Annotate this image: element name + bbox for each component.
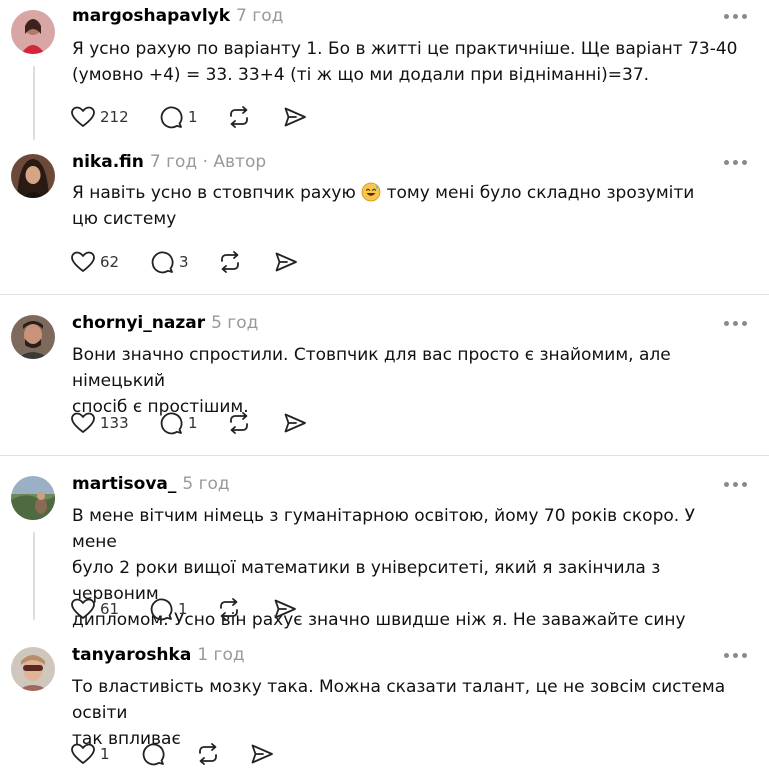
comment-1: margoshapavlyk 7 год Я усно рахую по варі… xyxy=(0,6,769,146)
comment-icon xyxy=(150,598,173,621)
repost-icon xyxy=(230,106,248,128)
repost-button[interactable] xyxy=(195,740,221,768)
share-button[interactable] xyxy=(282,409,308,437)
reply-button[interactable]: 1 xyxy=(148,595,188,623)
more-icon[interactable] xyxy=(722,160,750,166)
timestamp: 7 год xyxy=(236,6,284,26)
comment-text: То властивість мозку така. Можна сказати… xyxy=(72,677,726,749)
avatar[interactable] xyxy=(11,315,55,359)
reply-button[interactable]: 3 xyxy=(149,248,189,276)
like-count: 212 xyxy=(100,108,129,126)
repost-button[interactable] xyxy=(226,409,252,437)
repost-button[interactable] xyxy=(216,595,242,623)
username[interactable]: martisova_ xyxy=(72,474,176,494)
reply-button[interactable]: 1 xyxy=(158,103,198,131)
share-icon xyxy=(274,599,296,619)
like-button[interactable]: 1 xyxy=(70,740,110,768)
username[interactable]: margoshapavlyk xyxy=(72,6,230,26)
comment-header: chornyi_nazar 5 год xyxy=(72,313,258,333)
more-icon[interactable] xyxy=(722,14,750,20)
more-icon[interactable] xyxy=(722,482,750,488)
like-count: 62 xyxy=(100,253,120,271)
thread-line xyxy=(33,532,35,620)
repost-icon xyxy=(199,743,217,765)
comment-header: margoshapavlyk 7 год xyxy=(72,6,283,26)
avatar[interactable] xyxy=(11,647,55,691)
share-button[interactable] xyxy=(272,595,298,623)
comment-5: tanyaroshka 1 год То властивість мозку та… xyxy=(0,645,769,784)
comment-text: Я усно рахую по варіанту 1. Бо в житті ц… xyxy=(72,39,738,85)
reply-count: 3 xyxy=(179,253,189,271)
share-button[interactable] xyxy=(273,248,299,276)
comment-icon xyxy=(151,251,174,274)
author-badge: · Автор xyxy=(202,152,267,172)
share-button[interactable] xyxy=(282,103,308,131)
username[interactable]: nika.fin xyxy=(72,152,144,172)
avatar[interactable] xyxy=(11,10,55,54)
reply-button[interactable] xyxy=(140,740,166,768)
heart-icon xyxy=(71,106,95,127)
timestamp: 5 год xyxy=(211,313,259,333)
comment-3: chornyi_nazar 5 год Вони значно спростили… xyxy=(0,313,769,453)
more-icon[interactable] xyxy=(722,321,750,327)
avatar[interactable] xyxy=(11,476,55,520)
heart-icon xyxy=(71,598,95,619)
avatar[interactable] xyxy=(11,154,55,198)
username[interactable]: chornyi_nazar xyxy=(72,313,205,333)
repost-button[interactable] xyxy=(217,248,243,276)
comment-icon xyxy=(160,106,183,129)
repost-icon xyxy=(230,412,248,434)
like-count: 1 xyxy=(100,745,110,763)
timestamp: 5 год xyxy=(182,474,230,494)
share-icon xyxy=(275,252,297,272)
comment-header: nika.fin 7 год · Автор xyxy=(72,152,266,172)
comment-header: martisova_ 5 год xyxy=(72,474,230,494)
timestamp: 7 год xyxy=(149,152,198,172)
reply-count: 1 xyxy=(188,108,198,126)
like-count: 133 xyxy=(100,414,129,432)
reply-button[interactable]: 1 xyxy=(158,409,198,437)
more-icon[interactable] xyxy=(722,653,750,659)
repost-icon xyxy=(220,598,238,620)
like-button[interactable]: 62 xyxy=(70,248,119,276)
like-count: 61 xyxy=(100,600,120,618)
like-button[interactable]: 133 xyxy=(70,409,129,437)
heart-icon xyxy=(71,251,95,272)
timestamp: 1 год xyxy=(197,645,245,665)
thread-line xyxy=(33,66,35,140)
comment-icon xyxy=(142,743,165,766)
username[interactable]: tanyaroshka xyxy=(72,645,191,665)
repost-icon xyxy=(221,251,239,273)
repost-button[interactable] xyxy=(226,103,252,131)
like-button[interactable]: 61 xyxy=(70,595,119,623)
comment-text: Я навіть усно в стовпчик рахую тому мені… xyxy=(72,182,695,229)
share-icon xyxy=(284,413,306,433)
reply-count: 1 xyxy=(178,600,188,618)
share-icon xyxy=(284,107,306,127)
comment-header: tanyaroshka 1 год xyxy=(72,645,245,665)
heart-icon xyxy=(71,743,95,764)
comment-icon xyxy=(160,412,183,435)
sweat-smile-icon xyxy=(361,182,381,202)
heart-icon xyxy=(71,412,95,433)
share-button[interactable] xyxy=(249,740,275,768)
comment-4: martisova_ 5 год В мене вітчим німець з г… xyxy=(0,474,769,630)
share-icon xyxy=(251,744,273,764)
like-button[interactable]: 212 xyxy=(70,103,129,131)
reply-count: 1 xyxy=(188,414,198,432)
divider xyxy=(0,294,769,295)
comment-2: nika.fin 7 год · Автор Я навіть усно в ст… xyxy=(0,152,769,292)
divider xyxy=(0,455,769,456)
